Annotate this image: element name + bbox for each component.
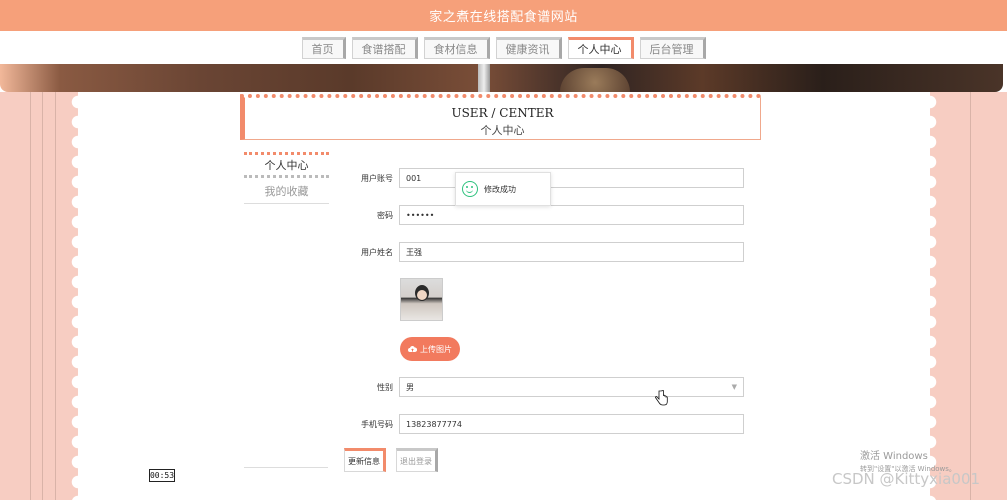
left-curtain-decoration [0,92,85,500]
right-curtain-decoration [923,92,1007,500]
password-label: 密码 [377,210,393,220]
sidebar-item-user-center[interactable]: 个人中心 [244,152,329,178]
phone-field[interactable]: 13823877774 [399,414,744,434]
main-nav: 首页 食谱搭配 食材信息 健康资讯 个人中心 后台管理 [0,31,1007,64]
logout-button[interactable]: 退出登录 [396,448,438,472]
upload-image-button[interactable]: 上传图片 [400,337,460,361]
phone-row: 手机号码 13823877774 [340,414,744,434]
activation-title: 激活 Windows [860,451,928,462]
gender-row: 性别 男 ▼ [340,377,744,397]
banner-spice-bowl [560,68,630,92]
account-field[interactable]: 001 [399,168,744,188]
site-title: 家之煮在线搭配食谱网站 [429,10,578,25]
nav-item-ingredients[interactable]: 食材信息 [423,36,490,59]
update-info-button[interactable]: 更新信息 [344,448,386,472]
avatar-image [400,278,443,321]
chevron-down-icon: ▼ [731,383,737,391]
banner-image [0,64,1003,92]
gender-selected-value: 男 [406,382,414,392]
nav-item-health-news[interactable]: 健康资讯 [495,36,562,59]
name-field[interactable]: 王强 [399,242,744,262]
recording-timer: 00:53 [149,469,175,482]
nav-item-home[interactable]: 首页 [301,36,346,59]
smile-icon [462,181,478,197]
upload-button-label: 上传图片 [420,344,452,354]
site-header: 家之煮在线搭配食谱网站 [0,0,1007,31]
toast-message: 修改成功 [484,184,516,194]
nav-item-recipes[interactable]: 食谱搭配 [351,36,418,59]
phone-label: 手机号码 [361,419,393,429]
section-header: USER / CENTER 个人中心 [240,94,761,140]
section-title-en: USER / CENTER [451,106,554,120]
sidebar-item-favorites[interactable]: 我的收藏 [244,178,329,204]
banner-bottle [478,64,490,92]
gender-label: 性别 [377,382,393,392]
section-title-cn: 个人中心 [480,124,525,137]
csdn-watermark: CSDN @Kittyxia001 [832,470,981,488]
nav-item-user-center[interactable]: 个人中心 [567,36,634,59]
gender-select[interactable]: 男 ▼ [399,377,744,397]
password-row: 密码 •••••• [340,205,744,225]
sidebar-menu: 个人中心 我的收藏 [244,152,329,204]
nav-item-admin[interactable]: 后台管理 [639,36,706,59]
sidebar-divider [244,467,328,468]
cloud-upload-icon [408,345,417,352]
password-field[interactable]: •••••• [399,205,744,225]
account-label: 用户账号 [361,173,393,183]
name-label: 用户姓名 [361,247,393,257]
hand-cursor-icon [655,390,668,406]
name-row: 用户姓名 王强 [340,242,744,262]
success-toast: 修改成功 [455,172,551,206]
